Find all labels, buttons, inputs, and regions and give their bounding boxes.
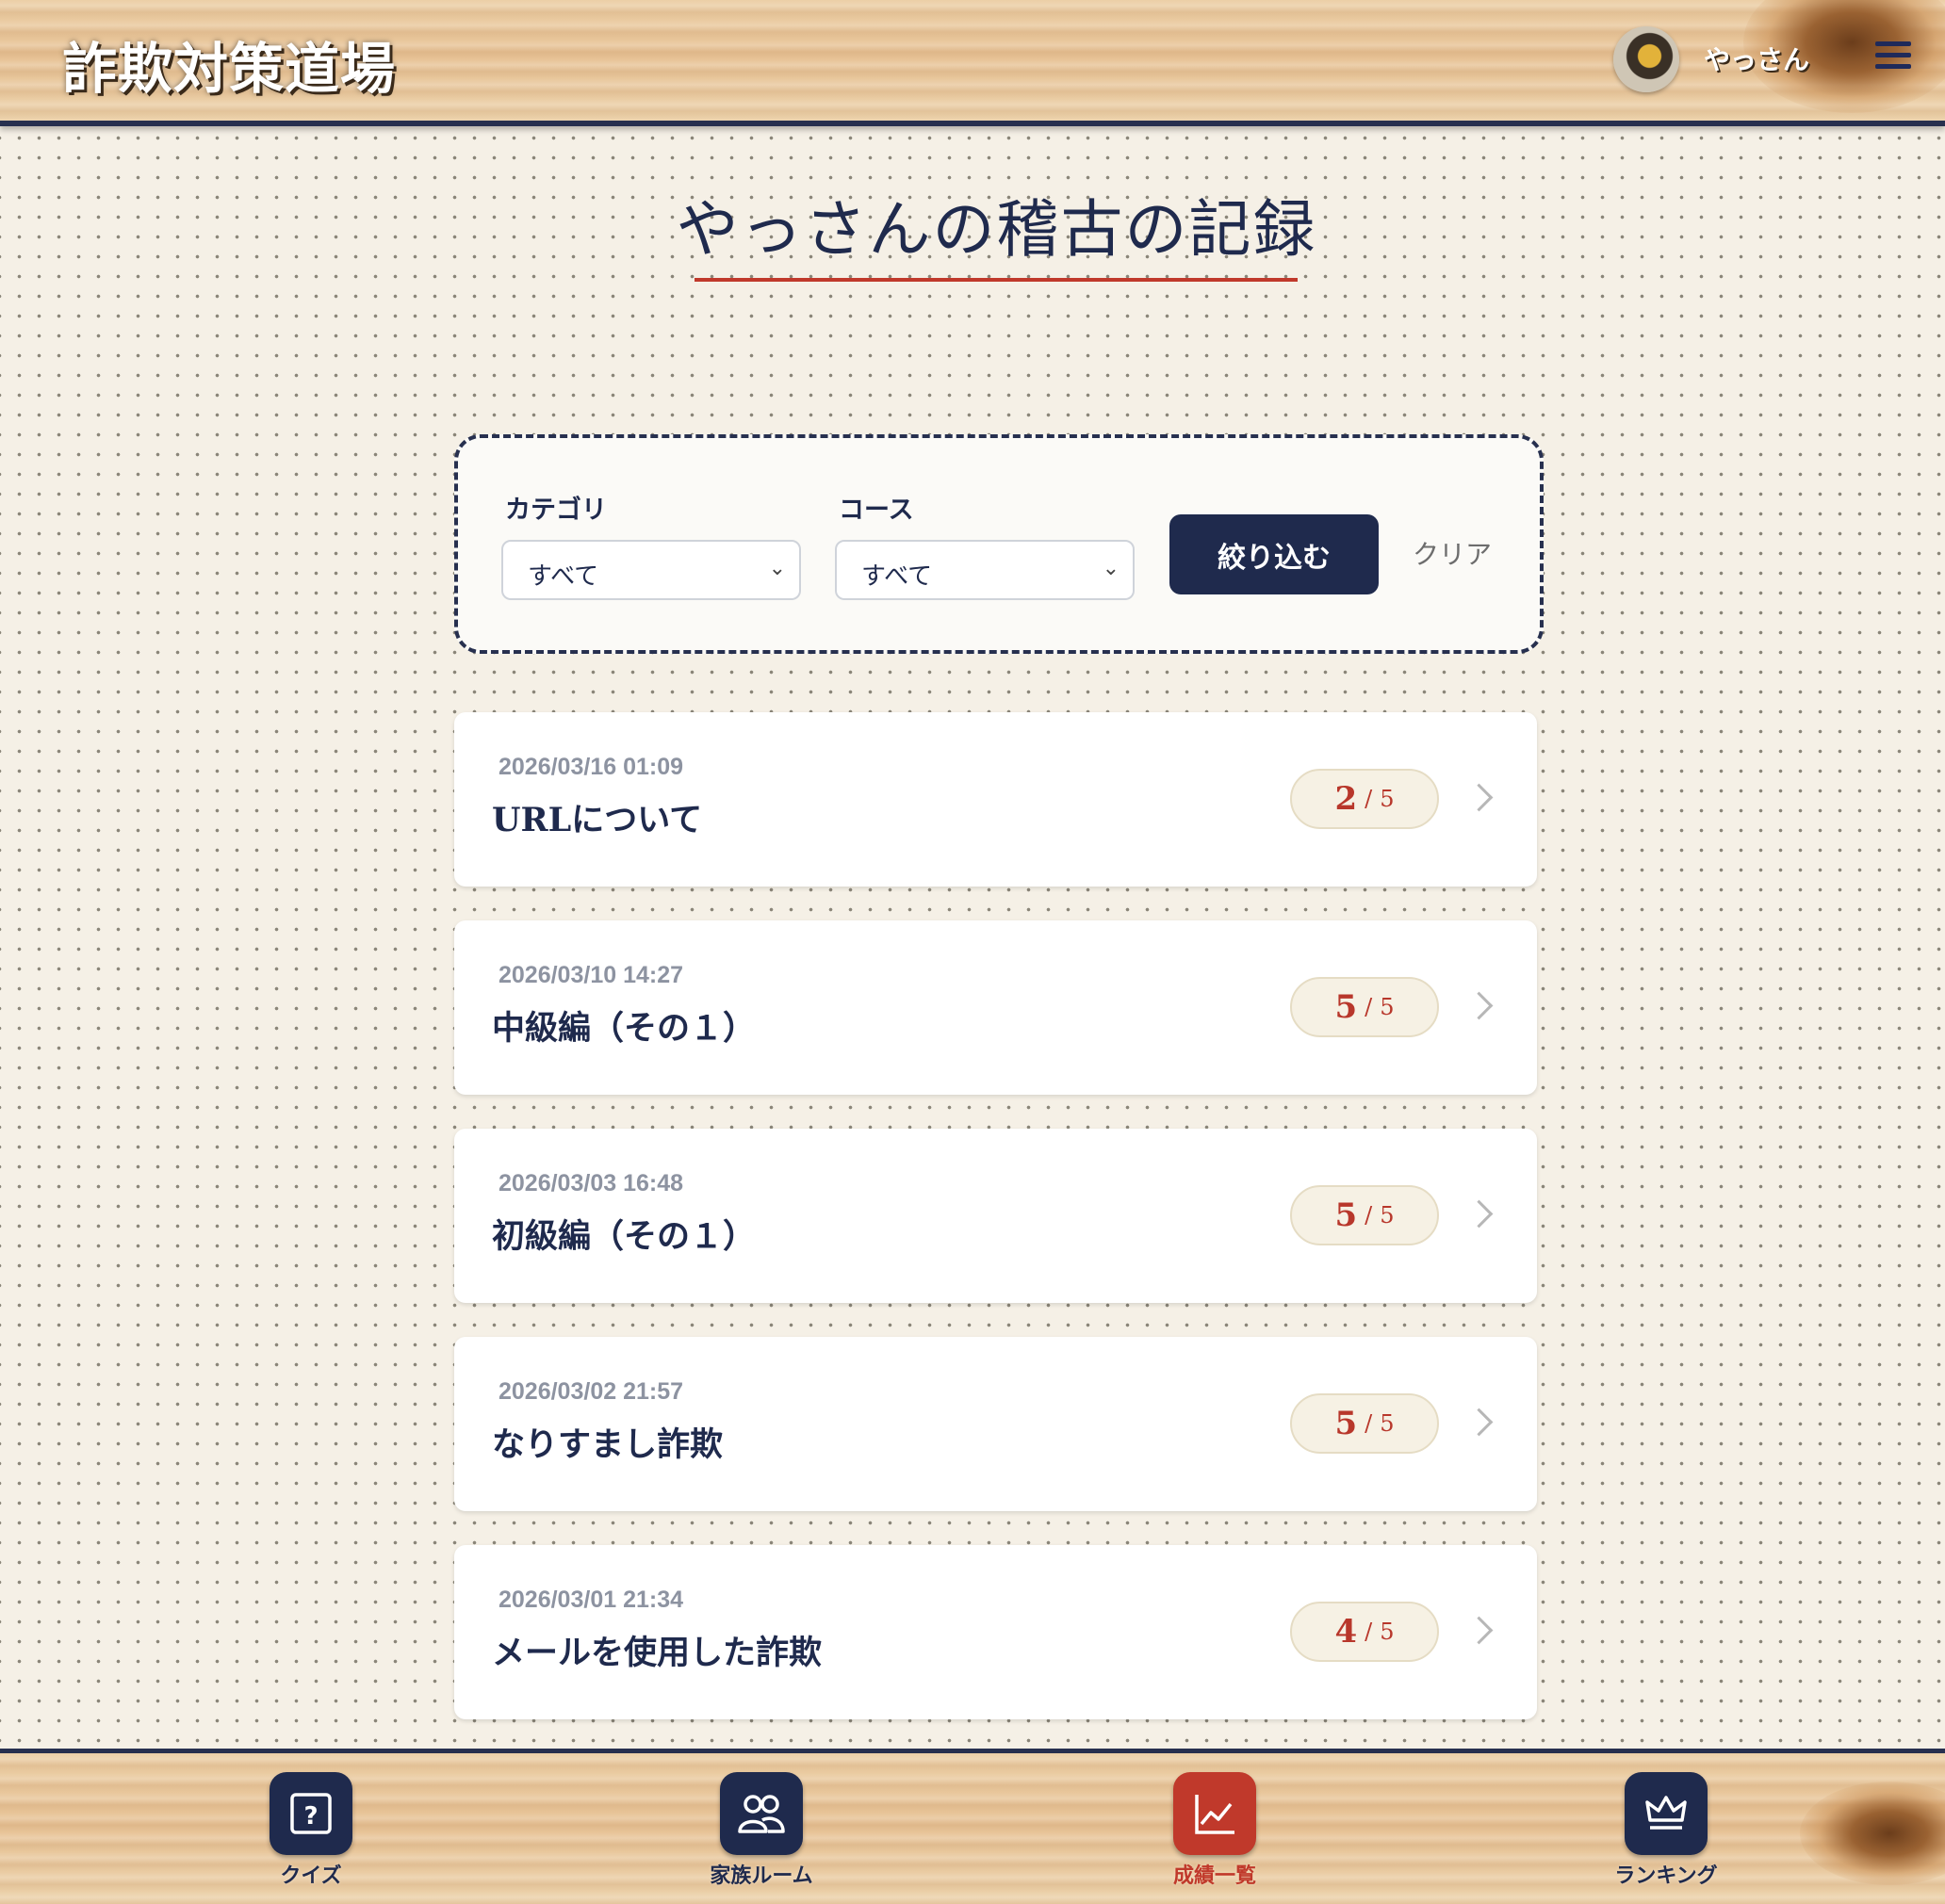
chevron-right-icon [1464, 1616, 1494, 1645]
filter-clear-button[interactable]: クリア [1413, 534, 1492, 572]
record-card[interactable]: 2026/03/10 14:27 中級編（その１） 5 / 5 [454, 920, 1537, 1095]
record-card[interactable]: 2026/03/03 16:48 初級編（その１） 5 / 5 [454, 1129, 1537, 1303]
record-title: 初級編（その１） [492, 1217, 757, 1256]
score-badge: 5 / 5 [1290, 1393, 1439, 1454]
nav-item-family-room[interactable]: 家族ルーム [658, 1772, 865, 1889]
course-select[interactable]: すべて ⌄ [835, 540, 1135, 600]
record-title: 中級編（その１） [492, 1009, 757, 1048]
record-date: 2026/03/03 16:48 [499, 1170, 684, 1196]
score-separator: / [1365, 1202, 1373, 1229]
nav-label: クイズ [280, 1863, 342, 1888]
nav-label: 家族ルーム [710, 1863, 813, 1888]
chevron-right-icon [1464, 1408, 1494, 1437]
record-title: URLについて [492, 801, 703, 839]
filter-panel: カテゴリ すべて ⌄ コース すべて ⌄ 絞り込む クリア [454, 434, 1544, 654]
score-total: 5 [1380, 1619, 1395, 1645]
nav-item-quiz[interactable]: ? クイズ [207, 1772, 415, 1889]
record-date: 2026/03/01 21:34 [499, 1587, 684, 1613]
score-total: 5 [1380, 1410, 1395, 1437]
people-icon [720, 1772, 803, 1855]
chart-icon [1173, 1772, 1256, 1855]
record-card[interactable]: 2026/03/16 01:09 URLについて 2 / 5 [454, 712, 1537, 887]
record-title: メールを使用した詐欺 [492, 1634, 823, 1672]
record-date: 2026/03/02 21:57 [499, 1378, 684, 1405]
username[interactable]: やっさん [1704, 40, 1809, 77]
nav-item-results[interactable]: 成績一覧 [1111, 1772, 1318, 1889]
score-total: 5 [1380, 786, 1395, 812]
score-separator: / [1365, 1619, 1373, 1645]
score-badge: 2 / 5 [1290, 769, 1439, 829]
score-value: 5 [1334, 1405, 1358, 1442]
score-badge: 4 / 5 [1290, 1602, 1439, 1662]
chevron-down-icon: ⌄ [1102, 557, 1120, 580]
score-separator: / [1365, 1410, 1373, 1437]
score-badge: 5 / 5 [1290, 1185, 1439, 1245]
score-separator: / [1365, 994, 1373, 1020]
svg-text:?: ? [303, 1802, 318, 1831]
record-date: 2026/03/16 01:09 [499, 754, 684, 780]
chevron-right-icon [1464, 991, 1494, 1020]
score-separator: / [1365, 786, 1373, 812]
avatar[interactable] [1613, 26, 1679, 92]
app-header: 詐欺対策道場 やっさん [0, 0, 1945, 126]
bottom-nav: ? クイズ 家族ルーム 成績一覧 ランキング [0, 1749, 1945, 1904]
chevron-down-icon: ⌄ [768, 557, 786, 580]
course-label: コース [839, 496, 914, 525]
hamburger-menu-icon[interactable] [1875, 41, 1911, 73]
question-icon: ? [270, 1772, 352, 1855]
score-value: 5 [1334, 1196, 1358, 1234]
crown-icon [1625, 1772, 1708, 1855]
nav-label: ランキング [1614, 1863, 1718, 1888]
category-select-value: すべて [528, 562, 599, 591]
nav-item-ranking[interactable]: ランキング [1562, 1772, 1770, 1889]
filter-apply-button[interactable]: 絞り込む [1169, 514, 1379, 594]
nav-label: 成績一覧 [1172, 1863, 1256, 1888]
wood-knot [1800, 1782, 1945, 1885]
score-badge: 5 / 5 [1290, 977, 1439, 1037]
record-card[interactable]: 2026/03/01 21:34 メールを使用した詐欺 4 / 5 [454, 1545, 1537, 1719]
page-title: やっさんの稽古の記録 [676, 193, 1317, 266]
category-select[interactable]: すべて ⌄ [501, 540, 801, 600]
record-title: なりすまし詐欺 [492, 1425, 724, 1464]
chevron-right-icon [1464, 1199, 1494, 1229]
course-select-value: すべて [861, 562, 933, 591]
title-underline [695, 278, 1298, 282]
score-total: 5 [1380, 1202, 1395, 1229]
record-card[interactable]: 2026/03/02 21:57 なりすまし詐欺 5 / 5 [454, 1337, 1537, 1511]
score-total: 5 [1380, 994, 1395, 1020]
app-logo[interactable]: 詐欺対策道場 [62, 24, 396, 104]
record-date: 2026/03/10 14:27 [499, 962, 684, 988]
score-value: 2 [1334, 780, 1358, 818]
category-label: カテゴリ [505, 496, 607, 525]
score-value: 4 [1334, 1613, 1358, 1651]
score-value: 5 [1334, 988, 1358, 1026]
chevron-right-icon [1464, 783, 1494, 812]
